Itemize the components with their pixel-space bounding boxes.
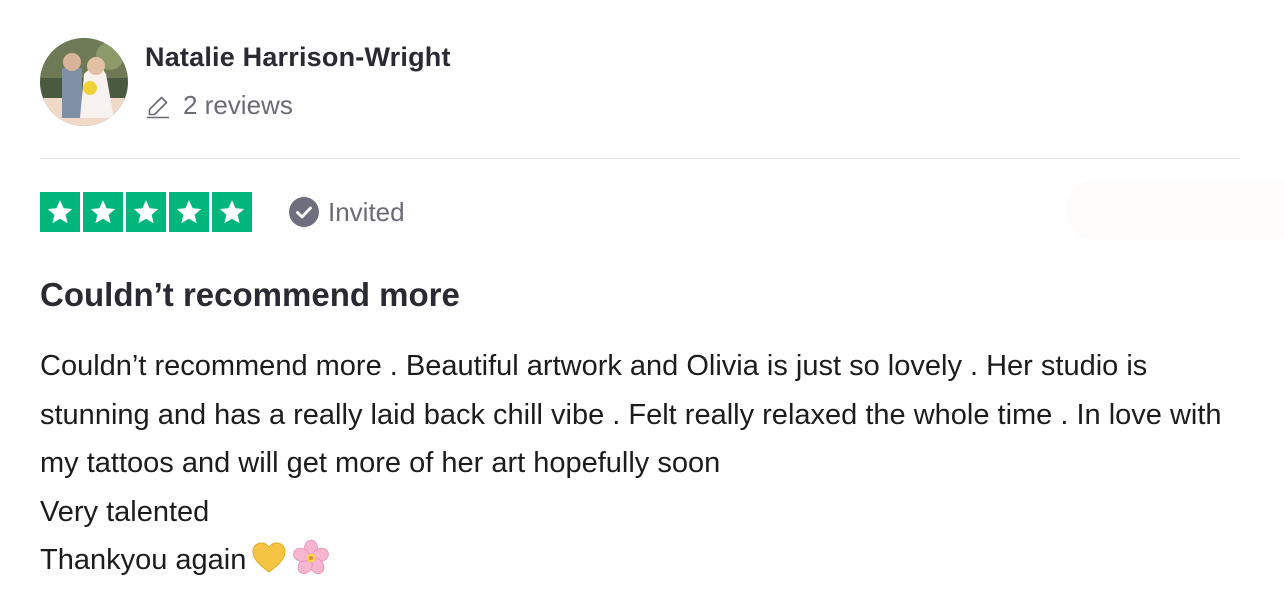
reviews-count: 2 reviews [183, 90, 293, 120]
check-circle-icon [289, 197, 319, 227]
review-text: Very talented [40, 495, 210, 528]
star-icon [40, 192, 80, 232]
invited-badge[interactable]: Invited [288, 196, 405, 228]
yellow-heart-icon [250, 539, 288, 577]
reviewer-name[interactable]: Natalie Harrison-Wright [145, 42, 451, 73]
review-text-last: Thankyou again [40, 536, 1255, 585]
cherry-blossom-icon [292, 539, 330, 577]
invited-label: Invited [328, 196, 405, 227]
review-text: Couldn’t recommend more . Beautiful artw… [40, 350, 1222, 479]
review-title: Couldn’t recommend more [40, 276, 460, 313]
review-body: Couldn’t recommend more . Beautiful artw… [40, 342, 1255, 585]
star-icon [169, 192, 209, 232]
pencil-icon [147, 96, 169, 118]
review-card: Natalie Harrison-Wright 2 reviews Invite… [0, 0, 1284, 600]
star-icon [212, 192, 252, 232]
divider [40, 158, 1240, 159]
avatar[interactable] [40, 38, 128, 126]
reviewer-reviews: 2 reviews [145, 90, 293, 121]
star-rating [40, 192, 252, 232]
star-icon [126, 192, 166, 232]
faded-pill [1066, 180, 1284, 240]
review-text-signoff: Thankyou again [40, 544, 247, 576]
star-icon [83, 192, 123, 232]
